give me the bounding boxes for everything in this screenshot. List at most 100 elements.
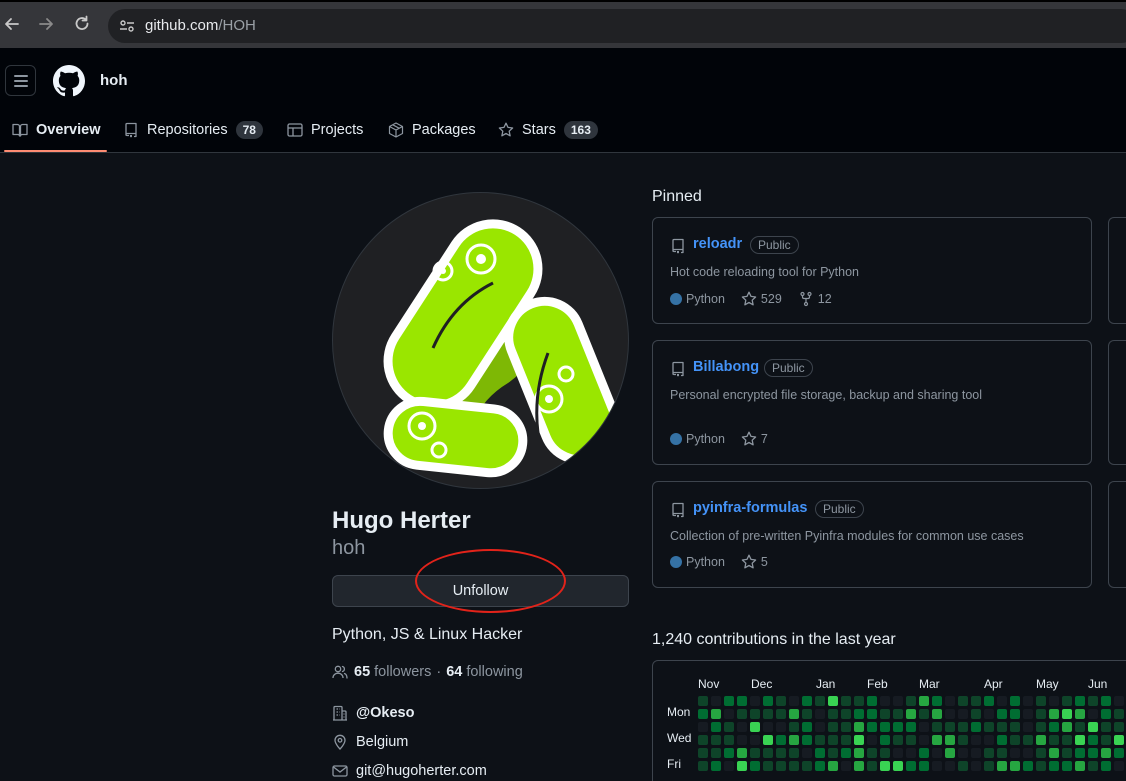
contribution-cell[interactable] xyxy=(906,709,916,719)
address-bar[interactable]: github.com/HOH xyxy=(108,9,1126,43)
contribution-cell[interactable] xyxy=(776,722,786,732)
profile-avatar[interactable] xyxy=(332,192,629,489)
contribution-cell[interactable] xyxy=(1114,722,1124,732)
contribution-cell[interactable] xyxy=(763,748,773,758)
contribution-cell[interactable] xyxy=(997,748,1007,758)
contribution-cell[interactable] xyxy=(776,761,786,771)
contribution-cell[interactable] xyxy=(945,696,955,706)
contribution-cell[interactable] xyxy=(997,735,1007,745)
contribution-cell[interactable] xyxy=(841,722,851,732)
contribution-cell[interactable] xyxy=(789,722,799,732)
contribution-cell[interactable] xyxy=(776,748,786,758)
contribution-cell[interactable] xyxy=(932,709,942,719)
contribution-cell[interactable] xyxy=(854,761,864,771)
contribution-cell[interactable] xyxy=(854,748,864,758)
contribution-cell[interactable] xyxy=(841,761,851,771)
repo-stars[interactable]: 7 xyxy=(741,431,768,447)
contribution-cell[interactable] xyxy=(919,761,929,771)
contribution-cell[interactable] xyxy=(1062,696,1072,706)
contribution-cell[interactable] xyxy=(1036,709,1046,719)
contribution-cell[interactable] xyxy=(919,696,929,706)
contribution-cell[interactable] xyxy=(789,761,799,771)
contribution-cell[interactable] xyxy=(737,761,747,771)
contribution-cell[interactable] xyxy=(724,748,734,758)
contribution-cell[interactable] xyxy=(919,748,929,758)
contribution-cell[interactable] xyxy=(997,696,1007,706)
contribution-cell[interactable] xyxy=(1036,722,1046,732)
contribution-cell[interactable] xyxy=(906,761,916,771)
contribution-cell[interactable] xyxy=(906,722,916,732)
contribution-cell[interactable] xyxy=(867,696,877,706)
contribution-cell[interactable] xyxy=(958,696,968,706)
contribution-cell[interactable] xyxy=(737,748,747,758)
contribution-cell[interactable] xyxy=(802,709,812,719)
repo-forks[interactable]: 12 xyxy=(798,291,832,307)
contribution-cell[interactable] xyxy=(802,748,812,758)
contribution-cell[interactable] xyxy=(698,735,708,745)
followers-link[interactable]: followers xyxy=(374,664,431,680)
contribution-cell[interactable] xyxy=(984,709,994,719)
contribution-cell[interactable] xyxy=(932,696,942,706)
contribution-cell[interactable] xyxy=(958,748,968,758)
contribution-cell[interactable] xyxy=(802,696,812,706)
contribution-cell[interactable] xyxy=(828,696,838,706)
contribution-cell[interactable] xyxy=(906,748,916,758)
contribution-cell[interactable] xyxy=(763,722,773,732)
contribution-cell[interactable] xyxy=(958,735,968,745)
contribution-cell[interactable] xyxy=(971,709,981,719)
contribution-cell[interactable] xyxy=(737,709,747,719)
contribution-cell[interactable] xyxy=(1062,748,1072,758)
repo-name-link[interactable]: reloadr xyxy=(693,236,742,252)
following-count[interactable]: 64 xyxy=(446,664,462,680)
contribution-cell[interactable] xyxy=(971,748,981,758)
contribution-cell[interactable] xyxy=(880,735,890,745)
contribution-cell[interactable] xyxy=(1036,748,1046,758)
contribution-cell[interactable] xyxy=(802,722,812,732)
site-settings-icon[interactable] xyxy=(118,17,136,35)
contribution-cell[interactable] xyxy=(815,722,825,732)
contribution-cell[interactable] xyxy=(1010,748,1020,758)
contribution-cell[interactable] xyxy=(984,696,994,706)
contribution-cell[interactable] xyxy=(737,696,747,706)
contribution-cell[interactable] xyxy=(698,696,708,706)
followers-count[interactable]: 65 xyxy=(354,664,370,680)
contribution-cell[interactable] xyxy=(1062,722,1072,732)
contribution-cell[interactable] xyxy=(1101,709,1111,719)
contribution-cell[interactable] xyxy=(750,748,760,758)
contribution-cell[interactable] xyxy=(854,709,864,719)
contribution-cell[interactable] xyxy=(789,709,799,719)
contribution-cell[interactable] xyxy=(893,761,903,771)
contribution-cell[interactable] xyxy=(945,748,955,758)
contribution-cell[interactable] xyxy=(893,748,903,758)
repo-stars[interactable]: 5 xyxy=(741,554,768,570)
contribution-cell[interactable] xyxy=(867,735,877,745)
github-logo-icon[interactable] xyxy=(53,65,85,97)
contribution-cell[interactable] xyxy=(971,735,981,745)
tab-repositories[interactable]: Repositories 78 xyxy=(123,108,263,152)
contribution-cell[interactable] xyxy=(815,696,825,706)
contribution-cell[interactable] xyxy=(815,748,825,758)
contribution-cell[interactable] xyxy=(932,748,942,758)
contribution-cell[interactable] xyxy=(1088,722,1098,732)
contribution-cell[interactable] xyxy=(1010,735,1020,745)
contribution-cell[interactable] xyxy=(893,696,903,706)
contribution-cell[interactable] xyxy=(1062,761,1072,771)
contribution-cell[interactable] xyxy=(789,748,799,758)
contribution-cell[interactable] xyxy=(971,696,981,706)
contribution-cell[interactable] xyxy=(932,735,942,745)
contribution-cell[interactable] xyxy=(1036,761,1046,771)
contribution-cell[interactable] xyxy=(1114,709,1124,719)
contribution-cell[interactable] xyxy=(932,722,942,732)
contribution-cell[interactable] xyxy=(828,735,838,745)
contribution-cell[interactable] xyxy=(776,709,786,719)
contribution-cell[interactable] xyxy=(1023,696,1033,706)
contribution-cell[interactable] xyxy=(945,709,955,719)
contribution-cell[interactable] xyxy=(698,722,708,732)
contribution-cell[interactable] xyxy=(854,735,864,745)
contribution-cell[interactable] xyxy=(1088,709,1098,719)
contribution-cell[interactable] xyxy=(945,735,955,745)
contribution-cell[interactable] xyxy=(997,709,1007,719)
contribution-cell[interactable] xyxy=(828,722,838,732)
contribution-cell[interactable] xyxy=(971,761,981,771)
contribution-cell[interactable] xyxy=(867,709,877,719)
